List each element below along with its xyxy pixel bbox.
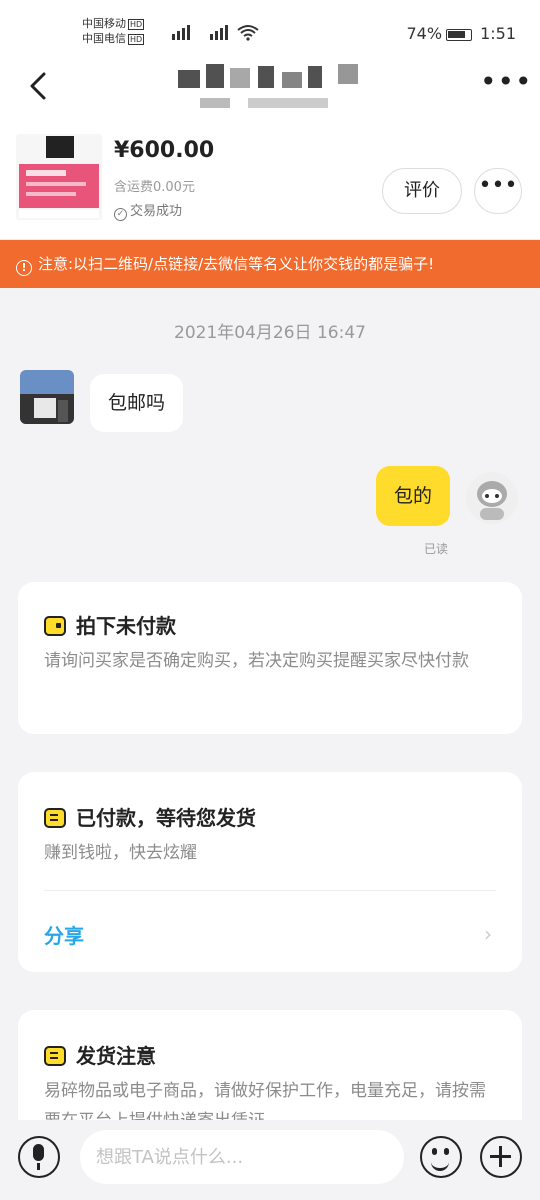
chat-input-bar xyxy=(0,1120,540,1200)
status-card-unpaid[interactable]: 拍下未付款 请询问买家是否确定购买，若决定购买提醒买家尽快付款 xyxy=(18,582,522,734)
header: 中国移动 HD 中国电信 HD 74% 1:51 ••• ¥600.00 含运费… xyxy=(0,0,540,288)
seller-avatar[interactable] xyxy=(466,472,518,524)
card-title-text: 拍下未付款 xyxy=(76,614,176,638)
back-arrow-icon[interactable] xyxy=(18,66,58,106)
warning-icon: ! xyxy=(16,260,32,276)
chevron-right-icon: › xyxy=(484,922,492,946)
card-title: 已付款，等待您发货 xyxy=(44,802,256,831)
message-bubble-sent[interactable]: 包的 xyxy=(375,466,450,526)
status-card-paid[interactable]: 已付款，等待您发货 赚到钱啦，快去炫耀 分享 › xyxy=(18,772,522,972)
card-description: 请询问买家是否确定购买，若决定购买提醒买家尽快付款 xyxy=(44,651,469,671)
status-bar: 中国移动 HD 中国电信 HD 74% 1:51 xyxy=(0,0,540,58)
share-button[interactable]: 分享 xyxy=(44,920,84,949)
card-title-text: 发货注意 xyxy=(76,1044,156,1068)
check-circle-icon: ✓ xyxy=(114,208,127,221)
freight-info: 含运费0.00元 xyxy=(114,180,195,195)
message-input[interactable] xyxy=(80,1130,404,1184)
rate-button[interactable]: 评价 xyxy=(382,168,462,214)
card-title: 拍下未付款 xyxy=(44,610,176,639)
emoji-icon[interactable] xyxy=(420,1136,462,1178)
scam-warning-banner: ! 注意:以扫二维码/点链接/去微信等名义让你交钱的都是骗子! xyxy=(0,240,540,288)
signal-wifi-icons xyxy=(172,25,259,41)
contact-subtitle-blurred xyxy=(200,98,328,108)
order-icon xyxy=(44,808,66,828)
status-right: 74% 1:51 xyxy=(407,24,517,43)
message-bubble-received[interactable]: 包邮吗 xyxy=(90,374,184,432)
contact-name-blurred xyxy=(178,64,358,88)
clock: 1:51 xyxy=(480,24,516,43)
plus-icon[interactable] xyxy=(480,1136,522,1178)
hd-badge: HD xyxy=(128,19,145,30)
card-title-text: 已付款，等待您发货 xyxy=(76,806,256,830)
read-receipt: 已读 xyxy=(423,542,448,556)
microphone-icon[interactable] xyxy=(18,1136,60,1178)
product-price: ¥600.00 xyxy=(114,138,215,163)
carrier-1: 中国移动 xyxy=(82,17,126,30)
divider xyxy=(44,890,496,891)
buyer-avatar[interactable] xyxy=(20,370,74,424)
nav-bar: ••• xyxy=(0,58,540,128)
hd-badge: HD xyxy=(128,34,145,45)
chat-timestamp: 2021年04月26日 16:47 xyxy=(174,323,366,343)
notice-icon xyxy=(44,1046,66,1066)
battery-icon xyxy=(446,28,473,41)
wallet-icon xyxy=(44,616,66,636)
more-menu-icon[interactable]: ••• xyxy=(480,68,532,102)
product-more-button[interactable]: ••• xyxy=(474,168,522,214)
card-title: 发货注意 xyxy=(44,1040,156,1069)
carrier-2: 中国电信 xyxy=(82,32,126,45)
deal-status-label: 交易成功 xyxy=(130,204,183,219)
deal-status: ✓ 交易成功 xyxy=(114,200,182,221)
carrier-info: 中国移动 HD 中国电信 HD xyxy=(82,16,145,46)
card-description: 赚到钱啦，快去炫耀 xyxy=(44,843,197,863)
warning-text: 注意:以扫二维码/点链接/去微信等名义让你交钱的都是骗子! xyxy=(38,255,435,273)
battery-percent: 74% xyxy=(406,24,443,43)
product-thumbnail[interactable] xyxy=(16,134,102,220)
product-summary[interactable]: ¥600.00 含运费0.00元 ✓ 交易成功 评价 ••• xyxy=(0,128,540,240)
